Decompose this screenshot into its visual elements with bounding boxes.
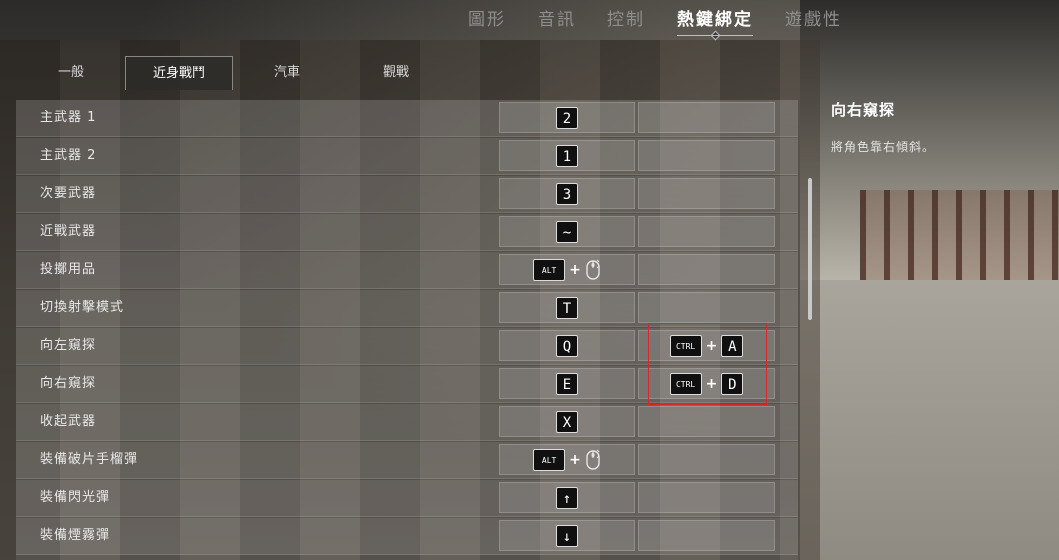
primary-binding-slot[interactable]: ALT + bbox=[499, 254, 635, 285]
keybinding-action-label: 主武器 1 bbox=[40, 110, 97, 125]
keybinding-action-label: 向右窺探 bbox=[40, 376, 97, 391]
keybinding-row: 裝備煙霧彈 ↓ bbox=[16, 518, 798, 555]
key-cap: X bbox=[556, 410, 578, 433]
key-cap: 3 bbox=[556, 182, 578, 205]
keybinding-row: 近戰武器 ~ bbox=[16, 214, 798, 251]
description-title: 向右窺探 bbox=[831, 101, 896, 119]
key-cap: 2 bbox=[556, 106, 578, 129]
tab-keybindings[interactable]: 熱鍵綁定 bbox=[677, 5, 753, 36]
key-cap: T bbox=[556, 296, 578, 319]
primary-binding-slot[interactable]: 3 bbox=[499, 178, 635, 209]
secondary-binding-slot[interactable] bbox=[638, 140, 775, 171]
key-cap: Q bbox=[556, 334, 578, 357]
settings-top-nav: 圖形 音訊 控制 熱鍵綁定 遊戲性 bbox=[0, 0, 1059, 36]
primary-binding-slot[interactable]: ALT + bbox=[499, 444, 635, 475]
secondary-binding-slot[interactable] bbox=[638, 254, 775, 285]
keybinding-row: 次要武器 3 bbox=[16, 176, 798, 213]
highlight-annotation-box bbox=[648, 323, 767, 405]
keybinding-action-label: 裝備煙霧彈 bbox=[40, 528, 111, 543]
secondary-binding-slot[interactable] bbox=[638, 406, 775, 437]
plus-sign: + bbox=[569, 451, 581, 468]
background-ground bbox=[800, 280, 1059, 560]
primary-binding-slot[interactable]: 1 bbox=[499, 140, 635, 171]
tab-controls[interactable]: 控制 bbox=[607, 5, 645, 30]
keybinding-row: 收起武器 X bbox=[16, 404, 798, 441]
keybinding-action-label: 裝備閃光彈 bbox=[40, 490, 111, 505]
key-cap: 1 bbox=[556, 144, 578, 167]
secondary-binding-slot[interactable] bbox=[638, 216, 775, 247]
tab-graphics[interactable]: 圖形 bbox=[468, 5, 506, 30]
subtab-vehicle[interactable]: 汽車 bbox=[232, 56, 342, 90]
scroll-wheel-icon bbox=[585, 449, 601, 471]
primary-binding-slot[interactable]: 2 bbox=[499, 102, 635, 133]
subtab-combat[interactable]: 近身戰鬥 bbox=[125, 56, 233, 90]
key-cap: ↑ bbox=[556, 486, 578, 509]
secondary-binding-slot[interactable] bbox=[638, 178, 775, 209]
keybinding-row: 裝備破片手榴彈 ALT + bbox=[16, 442, 798, 479]
tab-gameplay[interactable]: 遊戲性 bbox=[785, 5, 842, 30]
key-cap: E bbox=[556, 372, 578, 395]
primary-binding-slot[interactable]: T bbox=[499, 292, 635, 323]
secondary-binding-slot[interactable] bbox=[638, 520, 775, 551]
background-fence bbox=[860, 190, 1059, 290]
key-cap: ~ bbox=[556, 220, 578, 243]
modifier-key: ALT bbox=[533, 258, 566, 281]
primary-binding-slot[interactable]: Q bbox=[499, 330, 635, 361]
keybinding-row: 切換射擊模式 T bbox=[16, 290, 798, 327]
tab-audio[interactable]: 音訊 bbox=[538, 5, 576, 30]
subtab-spectate[interactable]: 觀戰 bbox=[341, 56, 451, 90]
keybinding-action-label: 投擲用品 bbox=[40, 262, 97, 277]
keybinding-row: 裝備閃光彈 ↑ bbox=[16, 480, 798, 517]
key-cap: ↓ bbox=[556, 524, 578, 547]
keybinding-action-label: 近戰武器 bbox=[40, 224, 97, 239]
description-text: 將角色靠右傾斜。 bbox=[831, 140, 936, 154]
scroll-wheel-icon bbox=[585, 259, 601, 281]
secondary-binding-slot[interactable] bbox=[638, 482, 775, 513]
secondary-binding-slot[interactable] bbox=[638, 444, 775, 475]
keybinding-action-label: 主武器 2 bbox=[40, 148, 97, 163]
keybinding-category-tabs: 一般 近身戰鬥 汽車 觀戰 bbox=[16, 56, 798, 90]
keybinding-action-label: 次要武器 bbox=[40, 186, 97, 201]
plus-sign: + bbox=[569, 261, 581, 278]
primary-binding-slot[interactable]: ↑ bbox=[499, 482, 635, 513]
keybinding-action-label: 向左窺探 bbox=[40, 338, 97, 353]
secondary-binding-slot[interactable] bbox=[638, 102, 775, 133]
primary-binding-slot[interactable]: X bbox=[499, 406, 635, 437]
primary-binding-slot[interactable]: E bbox=[499, 368, 635, 399]
keybinding-action-label: 切換射擊模式 bbox=[40, 300, 125, 315]
keybinding-row: 主武器 2 1 bbox=[16, 138, 798, 175]
list-scrollbar[interactable] bbox=[808, 178, 812, 320]
secondary-binding-slot[interactable] bbox=[638, 292, 775, 323]
primary-binding-slot[interactable]: ~ bbox=[499, 216, 635, 247]
keybinding-action-label: 收起武器 bbox=[40, 414, 97, 429]
keybinding-row: 投擲用品 ALT + bbox=[16, 252, 798, 289]
subtab-general[interactable]: 一般 bbox=[16, 56, 126, 90]
keybinding-row: 主武器 1 2 bbox=[16, 100, 798, 137]
primary-binding-slot[interactable]: ↓ bbox=[499, 520, 635, 551]
modifier-key: ALT bbox=[533, 448, 566, 471]
keybinding-action-label: 裝備破片手榴彈 bbox=[40, 452, 139, 467]
